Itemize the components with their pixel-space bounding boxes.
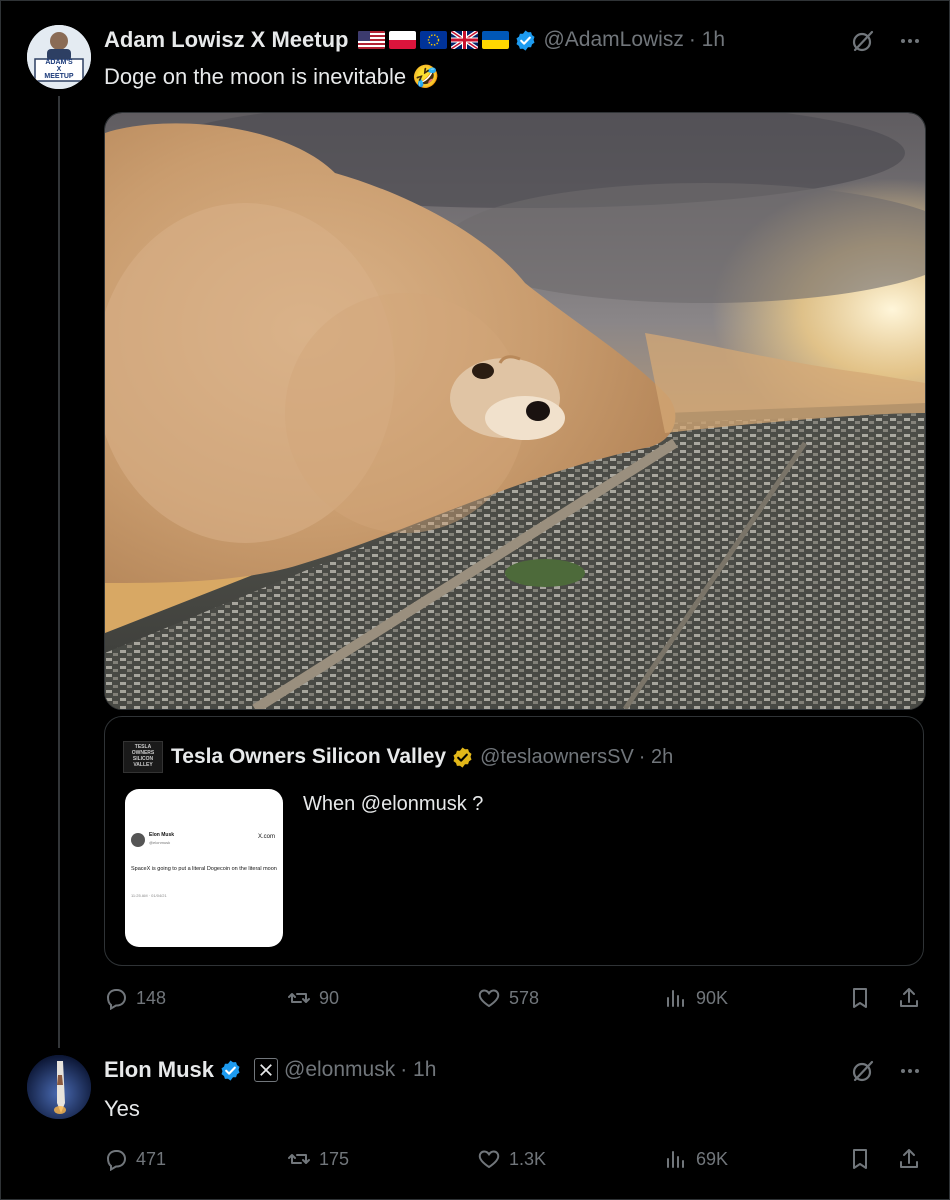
- quoted-tweet-text: When @elonmusk ?: [303, 793, 484, 815]
- quoted-tweet-header: TESLA OWNERS SILICON VALLEY Tesla Owners Si…: [123, 741, 673, 773]
- reply-icon: [106, 989, 127, 1010]
- thumb-handle: @elonmusk: [149, 840, 171, 845]
- grok-icon[interactable]: [850, 1058, 876, 1084]
- reply-time[interactable]: · 1h: [400, 1058, 436, 1082]
- author-name[interactable]: Adam Lowisz X Meetup: [104, 27, 348, 53]
- share-icon: [900, 1149, 918, 1168]
- reply-top-actions: [850, 1058, 922, 1084]
- quoted-tweet-time[interactable]: · 2h: [639, 746, 673, 769]
- eu-flag-icon: [420, 31, 448, 49]
- thumb-meta: 11:25 AM · 01/04/21: [131, 893, 167, 898]
- reply-button[interactable]: 148: [104, 986, 166, 1010]
- reply-author-handle[interactable]: @elonmusk: [284, 1058, 395, 1082]
- share-button[interactable]: [897, 1147, 921, 1171]
- quoted-tweet-card[interactable]: TESLA OWNERS SILICON VALLEY Tesla Owners Si…: [104, 716, 924, 966]
- repost-button[interactable]: 175: [287, 1147, 349, 1171]
- thumb-avatar: [131, 833, 145, 847]
- reply-text: Yes: [104, 1096, 140, 1121]
- repost-icon: [288, 1154, 310, 1164]
- tweet-header: Adam Lowisz X Meetup @AdamLowisz · 1h: [104, 27, 725, 53]
- reply-button[interactable]: 471: [104, 1147, 166, 1171]
- thumb-text: SpaceX is going to put a literal Dogecoi…: [131, 866, 277, 872]
- bookmark-icon: [853, 988, 867, 1008]
- tweet-top-actions: [850, 28, 922, 54]
- quoted-author-handle[interactable]: @teslaownersSV: [480, 746, 634, 769]
- reply-count: 148: [136, 987, 167, 1008]
- avatar-meetup-label: ADAM'S X MEETUP: [44, 59, 74, 80]
- reply-header: Elon Musk @elonmusk · 1h: [104, 1057, 436, 1083]
- tweet-text: Doge on the moon is inevitable 🤣: [104, 64, 440, 89]
- views-button[interactable]: 69K: [664, 1147, 728, 1171]
- uk-flag-icon: [451, 31, 479, 49]
- views-button[interactable]: 90K: [664, 986, 728, 1010]
- views-count: 69K: [696, 1148, 729, 1169]
- thread-connector-line: [58, 96, 60, 1048]
- repost-button[interactable]: 90: [287, 986, 339, 1010]
- us-flag-icon: [358, 31, 386, 49]
- author-handle[interactable]: @AdamLowisz: [543, 28, 683, 52]
- thumb-name: Elon Musk: [149, 832, 175, 838]
- share-button[interactable]: [897, 986, 921, 1010]
- quoted-author-name[interactable]: Tesla Owners Silicon Valley: [171, 745, 446, 769]
- rofl-emoji-icon: 🤣: [412, 64, 440, 89]
- gold-verified-badge-icon: [453, 746, 472, 768]
- like-count: 578: [509, 987, 540, 1008]
- tweet-time[interactable]: · 1h: [689, 28, 725, 52]
- repost-icon: [288, 993, 310, 1003]
- grok-icon[interactable]: [850, 28, 876, 54]
- reply-icon: [106, 1150, 127, 1171]
- like-button[interactable]: 1.3K: [477, 1147, 546, 1171]
- views-chart-icon: [667, 990, 684, 1007]
- ukraine-flag-icon: [482, 31, 510, 49]
- reply-action-bar: 471 175 1.3K 69K: [104, 1147, 924, 1177]
- like-button[interactable]: 578: [477, 986, 539, 1010]
- thumb-site-label: X.com: [257, 834, 275, 840]
- views-count: 90K: [696, 987, 729, 1008]
- bookmark-button[interactable]: [848, 1147, 872, 1171]
- reply-author-name[interactable]: Elon Musk: [104, 1057, 214, 1083]
- heart-icon: [478, 989, 500, 1008]
- verified-badge-icon: [221, 1059, 240, 1081]
- tesla-owners-logo-avatar[interactable]: TESLA OWNERS SILICON VALLEY: [123, 741, 163, 773]
- verified-badge-icon: [516, 29, 535, 51]
- x-affiliate-badge-icon[interactable]: [254, 1058, 279, 1082]
- poland-flag-icon: [389, 31, 417, 49]
- bookmark-icon: [853, 1149, 867, 1169]
- tweet-media-image[interactable]: [104, 112, 926, 710]
- views-chart-icon: [667, 1151, 684, 1168]
- repost-count: 90: [319, 987, 340, 1008]
- avatar-elon-musk[interactable]: [27, 1055, 91, 1119]
- avatar-adam-lowisz[interactable]: ADAM'S X MEETUP: [27, 25, 91, 89]
- more-options-icon[interactable]: [898, 1059, 922, 1083]
- bookmark-button[interactable]: [848, 986, 872, 1010]
- share-icon: [900, 988, 918, 1007]
- repost-count: 175: [319, 1148, 350, 1169]
- reply-count: 471: [136, 1148, 167, 1169]
- tweet-action-bar: 148 90 578 90K: [104, 986, 924, 1016]
- quoted-tweet-thumbnail[interactable]: Elon Musk @elonmusk X.com SpaceX is goin…: [125, 789, 283, 947]
- like-count: 1.3K: [509, 1148, 547, 1169]
- more-options-icon[interactable]: [898, 29, 922, 53]
- heart-icon: [478, 1150, 500, 1169]
- flags-group: [354, 31, 510, 49]
